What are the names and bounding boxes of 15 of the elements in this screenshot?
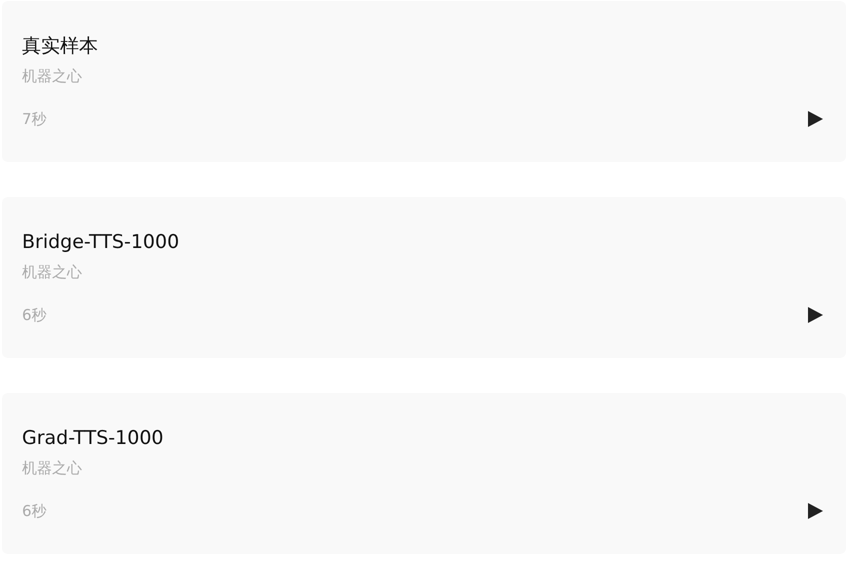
track-duration: 7秒 — [22, 109, 47, 130]
track-duration: 6秒 — [22, 305, 47, 326]
track-source: 机器之心 — [22, 262, 83, 282]
play-icon — [807, 306, 824, 324]
track-title: 真实样本 — [22, 34, 99, 58]
play-button[interactable] — [807, 306, 824, 324]
play-button[interactable] — [807, 110, 824, 128]
play-icon — [807, 110, 824, 128]
play-button[interactable] — [807, 502, 824, 520]
track-duration: 6秒 — [22, 501, 47, 522]
track-title: Bridge-TTS-1000 — [22, 230, 180, 254]
play-icon — [807, 502, 824, 520]
track-source: 机器之心 — [22, 66, 83, 86]
track-title: Grad-TTS-1000 — [22, 426, 164, 450]
track-source: 机器之心 — [22, 458, 83, 478]
